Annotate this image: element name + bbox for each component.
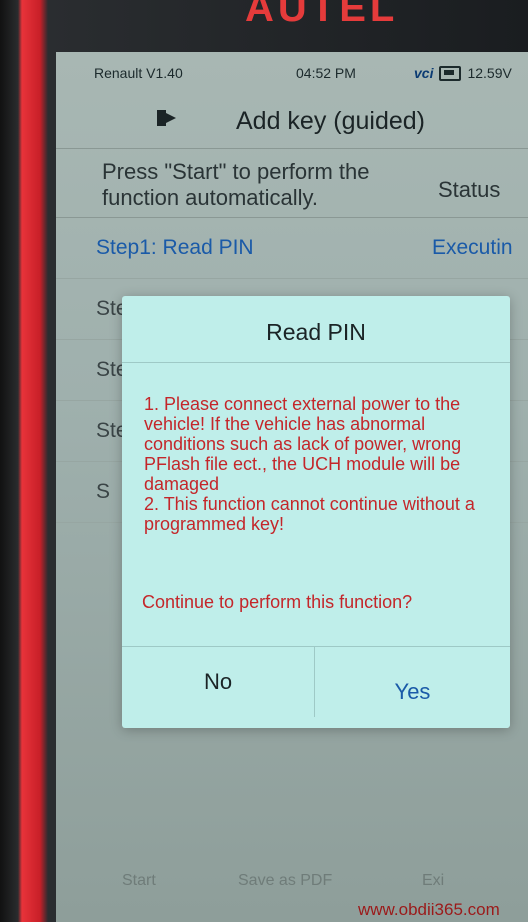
app-version: Renault V1.40 (94, 65, 183, 81)
step-status: Executin (432, 236, 513, 259)
yes-button[interactable]: Yes (316, 657, 509, 727)
page-title: Add key (guided) (236, 107, 426, 135)
no-button[interactable]: No (122, 647, 315, 717)
vci-icon: vci (414, 65, 434, 81)
dialog-confirm-question: Continue to perform this function? (142, 592, 413, 612)
title-bar: Add key (guided) (56, 92, 528, 149)
save-pdf-button[interactable]: Save as PDF (238, 872, 332, 890)
exit-icon[interactable] (156, 108, 178, 128)
battery-icon (439, 65, 462, 81)
table-header: Press "Start" to perform the function au… (56, 149, 528, 218)
dialog-button-row: No Yes (122, 646, 510, 729)
brand-logo: AUTEL (245, 0, 399, 30)
exit-button[interactable]: Exi (422, 872, 444, 890)
status-bar: Renault V1.40 04:52 PM vci 12.59V (56, 52, 528, 92)
dialog-title: Read PIN (122, 296, 510, 363)
instruction-text: Press "Start" to perform the function au… (102, 159, 370, 210)
step-label: Step1: Read PIN (96, 236, 254, 259)
dialog-warning-message: 1. Please connect external power to the … (144, 394, 475, 534)
step-label: S (96, 480, 111, 503)
status-icons: vci 12.59V (414, 65, 512, 81)
read-pin-dialog: Read PIN 1. Please connect external powe… (122, 296, 510, 728)
clock: 04:52 PM (296, 65, 356, 81)
voltage-readout: 12.59V (467, 65, 512, 81)
step-row[interactable]: Step1: Read PIN Executin (56, 218, 528, 279)
start-button[interactable]: Start (122, 872, 156, 890)
watermark: www.obdii365.com (358, 900, 500, 919)
device-frame: AUTEL Renault V1.40 04:52 PM vci 12.59V … (0, 0, 528, 922)
status-column-header: Status (438, 177, 501, 202)
